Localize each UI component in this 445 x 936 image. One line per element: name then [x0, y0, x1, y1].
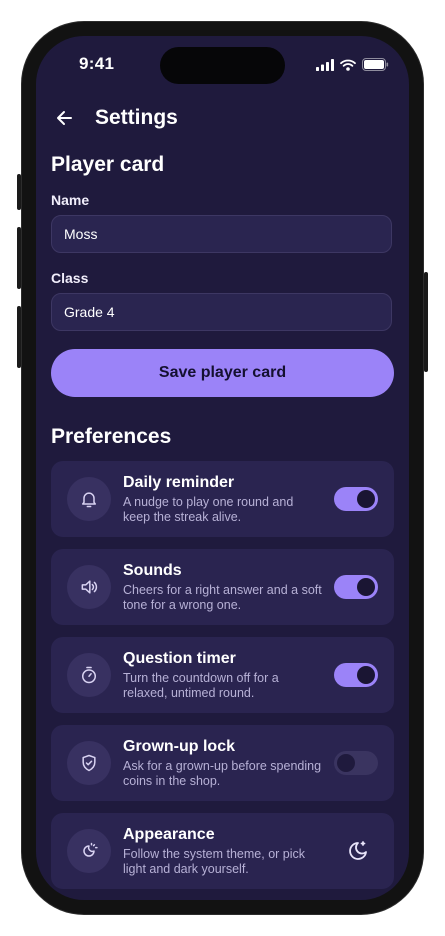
arrow-left-icon	[57, 111, 72, 125]
setting-description: Turn the countdown off for a relaxed, un…	[123, 671, 279, 700]
shield-check-icon	[82, 754, 96, 772]
sun-moon-icon-wrap	[67, 829, 111, 873]
name-label: Name	[51, 192, 90, 208]
power-button	[424, 272, 428, 372]
setting-title: Sounds	[123, 562, 182, 579]
setting-appearance[interactable]: Appearance Follow the system theme, or p…	[51, 813, 394, 889]
bell-icon-wrap	[67, 477, 111, 521]
back-button[interactable]	[51, 104, 79, 132]
wifi-icon	[340, 59, 356, 71]
sounds-toggle[interactable]	[334, 575, 378, 599]
setting-title: Grown-up lock	[123, 738, 235, 755]
preferences-title: Preferences	[51, 425, 172, 448]
phone-frame: 9:41 Settings Player card Name Moss Clas…	[17, 22, 428, 914]
toggle-knob	[357, 490, 375, 508]
volume-up-button	[17, 227, 21, 289]
setting-grown-up-lock: Grown-up lock Ask for a grown-up before …	[51, 725, 394, 801]
dynamic-island	[160, 47, 285, 84]
daily-reminder-toggle[interactable]	[334, 487, 378, 511]
setting-title: Question timer	[123, 650, 236, 667]
stopwatch-icon-wrap	[67, 653, 111, 697]
grown-up-lock-toggle[interactable]	[334, 751, 378, 775]
action-button	[17, 174, 21, 210]
status-icons	[316, 58, 389, 71]
toggle-knob	[357, 578, 375, 596]
bell-icon	[82, 492, 96, 508]
page-title: Settings	[95, 106, 178, 129]
setting-sounds: Sounds Cheers for a right answer and a s…	[51, 549, 394, 625]
setting-title: Daily reminder	[123, 474, 235, 491]
sun-moon-icon	[83, 842, 98, 857]
cellular-signal-icon	[316, 58, 334, 71]
save-player-card-button[interactable]: Save player card	[51, 349, 394, 397]
moon-icon[interactable]	[346, 839, 370, 863]
toggle-knob	[357, 666, 375, 684]
setting-description: Follow the system theme, or pick light a…	[123, 847, 306, 876]
speaker-icon-wrap	[67, 565, 111, 609]
setting-title: Appearance	[123, 826, 215, 843]
battery-icon	[362, 58, 389, 71]
app-header: Settings	[51, 98, 394, 138]
question-timer-toggle[interactable]	[334, 663, 378, 687]
status-time: 9:41	[79, 54, 115, 73]
setting-daily-reminder: Daily reminder A nudge to play one round…	[51, 461, 394, 537]
class-label: Class	[51, 270, 89, 286]
shield-check-icon-wrap	[67, 741, 111, 785]
setting-question-timer: Question timer Turn the countdown off fo…	[51, 637, 394, 713]
toggle-knob	[337, 754, 355, 772]
volume-down-button	[17, 306, 21, 368]
name-field[interactable]	[51, 215, 392, 253]
stopwatch-icon	[82, 666, 96, 684]
setting-description: Ask for a grown-up before spending coins…	[123, 759, 322, 788]
app-screen: 9:41 Settings Player card Name Moss Clas…	[36, 36, 409, 900]
setting-description: A nudge to play one round and keep the s…	[123, 495, 294, 524]
speaker-icon	[81, 580, 98, 594]
class-field[interactable]	[51, 293, 392, 331]
player-card-title: Player card	[51, 153, 165, 176]
setting-description: Cheers for a right answer and a soft ton…	[123, 583, 322, 612]
